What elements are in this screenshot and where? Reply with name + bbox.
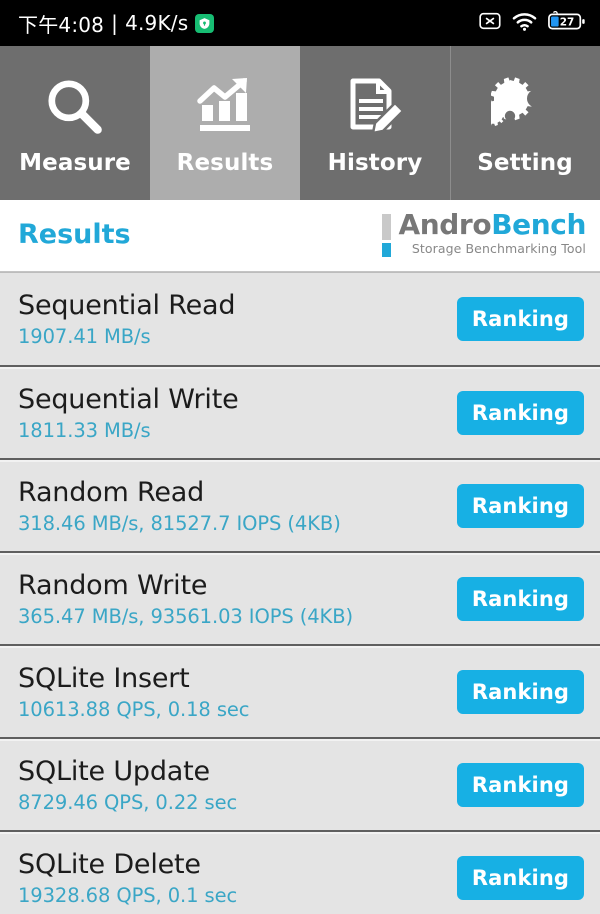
ranking-button[interactable]: Ranking (456, 762, 584, 807)
result-row-text: SQLite Update 8729.46 QPS, 0.22 sec (18, 756, 237, 814)
result-row[interactable]: SQLite Update 8729.46 QPS, 0.22 sec Rankin… (0, 737, 600, 830)
logo-bar-top (382, 214, 392, 240)
ranking-button[interactable]: Ranking (456, 297, 584, 341)
result-label: SQLite Insert (18, 662, 190, 694)
result-label: Random Read (18, 476, 205, 508)
results-list: Sequential Read 1907.41 MB/s Ranking Sequen… (0, 272, 600, 914)
logo-wordmark: AndroBench (398, 208, 586, 241)
ranking-button[interactable]: Ranking (456, 483, 584, 528)
status-bar: 下午4:08 | 4.9K/s 27 (0, 0, 600, 46)
security-shield-icon (195, 13, 215, 33)
result-row-text: SQLite Delete 19328.68 QPS, 0.1 sec (18, 849, 237, 907)
tab-setting-label: Setting (477, 149, 573, 176)
logo-bench: Bench (491, 208, 586, 241)
result-row-text: SQLite Insert 10613.88 QPS, 0.18 sec (18, 662, 250, 721)
status-network-speed: 4.9K/s (125, 11, 189, 35)
result-row[interactable]: Random Read 318.46 MB/s, 81527.7 IOPS (4K… (0, 458, 600, 551)
tab-results-label: Results (176, 149, 274, 176)
logo-text: AndroBench Storage Benchmarking Tool (398, 208, 586, 256)
result-label: SQLite Update (18, 755, 210, 787)
logo-andro: Andro (398, 208, 492, 241)
tab-measure-label: Measure (19, 149, 131, 176)
main-tab-bar: Measure Results History Setting (0, 46, 600, 200)
result-value: 318.46 MB/s, 81527.7 IOPS (4KB) (18, 511, 341, 535)
ranking-button[interactable]: Ranking (456, 390, 584, 435)
result-row-text: Sequential Write 1811.33 MB/s (18, 384, 239, 442)
result-row-text: Random Write 365.47 MB/s, 93561.03 IOPS (… (18, 570, 353, 628)
logo-bar-mark (382, 211, 392, 257)
result-label: Random Write (18, 569, 208, 601)
result-row[interactable]: Random Write 365.47 MB/s, 93561.03 IOPS (… (0, 551, 600, 644)
result-value: 19328.68 QPS, 0.1 sec (18, 883, 238, 907)
svg-text:27: 27 (560, 16, 575, 28)
androbench-app: 下午4:08 | 4.9K/s 27 Measure Results Histo… (0, 0, 600, 914)
result-row[interactable]: SQLite Delete 19328.68 QPS, 0.1 sec Rankin… (0, 830, 600, 914)
result-value: 1907.41 MB/s (18, 325, 151, 348)
ranking-button[interactable]: Ranking (456, 576, 584, 621)
wifi-icon (512, 11, 537, 36)
result-label: Sequential Write (18, 383, 239, 415)
no-sim-icon (479, 11, 501, 35)
ranking-button[interactable]: Ranking (456, 669, 584, 714)
ranking-button[interactable]: Ranking (456, 855, 584, 900)
document-pencil-icon (343, 71, 407, 143)
tab-history-label: History (327, 149, 423, 176)
tab-results[interactable]: Results (150, 46, 300, 200)
logo-tagline: Storage Benchmarking Tool (411, 240, 586, 256)
result-label: SQLite Delete (18, 848, 201, 880)
magnifier-icon (42, 71, 108, 143)
result-row[interactable]: Sequential Read 1907.41 MB/s Ranking (0, 272, 600, 365)
result-value: 365.47 MB/s, 93561.03 IOPS (4KB) (18, 604, 354, 628)
page-title: Results (18, 218, 131, 250)
gears-icon (491, 71, 559, 143)
tab-measure[interactable]: Measure (0, 46, 150, 200)
result-value: 10613.88 QPS, 0.18 sec (18, 697, 250, 721)
result-label: Sequential Read (18, 290, 236, 321)
tab-history[interactable]: History (300, 46, 450, 200)
battery-charging-icon: 27 (548, 10, 586, 36)
status-bar-right: 27 (479, 10, 586, 36)
logo-bar-bottom (382, 243, 392, 257)
result-value: 8729.46 QPS, 0.22 sec (18, 790, 238, 814)
result-row-text: Random Read 318.46 MB/s, 81527.7 IOPS (4K… (18, 477, 341, 535)
result-value: 1811.33 MB/s (18, 418, 151, 442)
androbench-logo: AndroBench Storage Benchmarking Tool (382, 208, 586, 257)
status-bar-left: 下午4:08 | 4.9K/s (18, 9, 215, 38)
result-row-text: Sequential Read 1907.41 MB/s (18, 290, 235, 348)
status-separator: | (111, 11, 119, 35)
result-row[interactable]: SQLite Insert 10613.88 QPS, 0.18 sec Ranki… (0, 644, 600, 737)
status-time: 下午4:08 (18, 12, 105, 37)
bar-chart-trend-icon (192, 71, 258, 143)
result-row[interactable]: Sequential Write 1811.33 MB/s Ranking (0, 365, 600, 458)
tab-setting[interactable]: Setting (450, 46, 600, 200)
page-header: Results AndroBench Storage Benchmarking … (0, 200, 600, 268)
